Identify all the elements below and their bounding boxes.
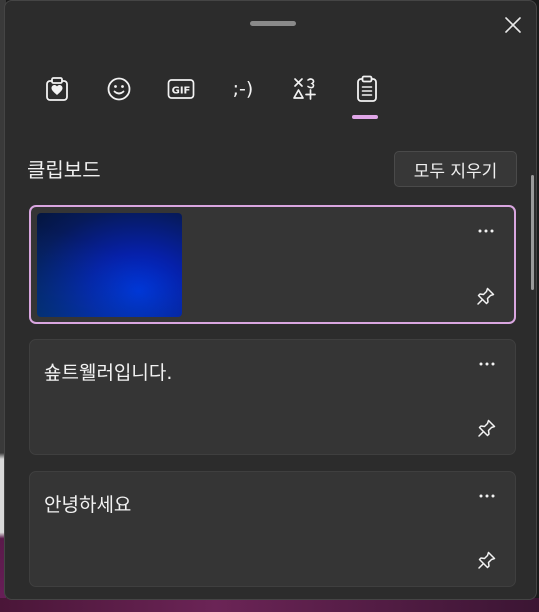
heart-clipboard-icon [46,77,68,101]
pin-button[interactable] [473,546,501,574]
scrollbar[interactable] [531,175,534,290]
pin-button[interactable] [473,414,501,442]
more-icon [478,229,494,233]
gif-icon: GIF [167,79,195,99]
tab-clipboard[interactable] [345,69,389,109]
desktop-background-bottom [0,598,539,612]
drag-handle[interactable] [250,21,296,26]
pin-icon [478,419,496,437]
svg-text:GIF: GIF [172,86,191,97]
tab-kaomoji[interactable]: ;-) [221,69,265,109]
clear-all-button[interactable]: 모두 지우기 [394,151,517,187]
smiley-icon [107,77,131,101]
kaomoji-icon: ;-) [232,78,254,100]
clipboard-item-image[interactable] [29,205,516,324]
pin-icon [478,551,496,569]
image-thumbnail [37,213,182,317]
tab-symbols[interactable] [283,69,327,109]
pin-icon [477,287,495,305]
more-options-button[interactable] [473,352,501,376]
more-icon [479,362,495,366]
emoji-clipboard-panel: GIF ;-) 클립보드 모두 지우기 숖트웰러입니다. 안녕하세요 [4,0,537,600]
symbols-icon [293,78,316,100]
clipboard-icon [357,75,377,102]
more-options-button[interactable] [472,219,500,243]
close-icon [505,17,521,33]
tab-gif[interactable]: GIF [159,69,203,109]
category-tabs: GIF ;-) [35,69,395,121]
more-icon [479,494,495,498]
selected-tab-indicator [352,115,378,119]
more-options-button[interactable] [473,484,501,508]
tab-favorites[interactable] [35,69,79,109]
clipboard-item-text-content: 안녕하세요 [44,494,132,516]
clipboard-item-text[interactable]: 안녕하세요 [29,471,516,587]
tab-emoji[interactable] [97,69,141,109]
section-title: 클립보드 [27,158,101,182]
clipboard-item-text-content: 숖트웰러입니다. [44,362,173,384]
close-button[interactable] [499,11,527,39]
pin-button[interactable] [472,282,500,310]
clipboard-item-text[interactable]: 숖트웰러입니다. [29,339,516,455]
